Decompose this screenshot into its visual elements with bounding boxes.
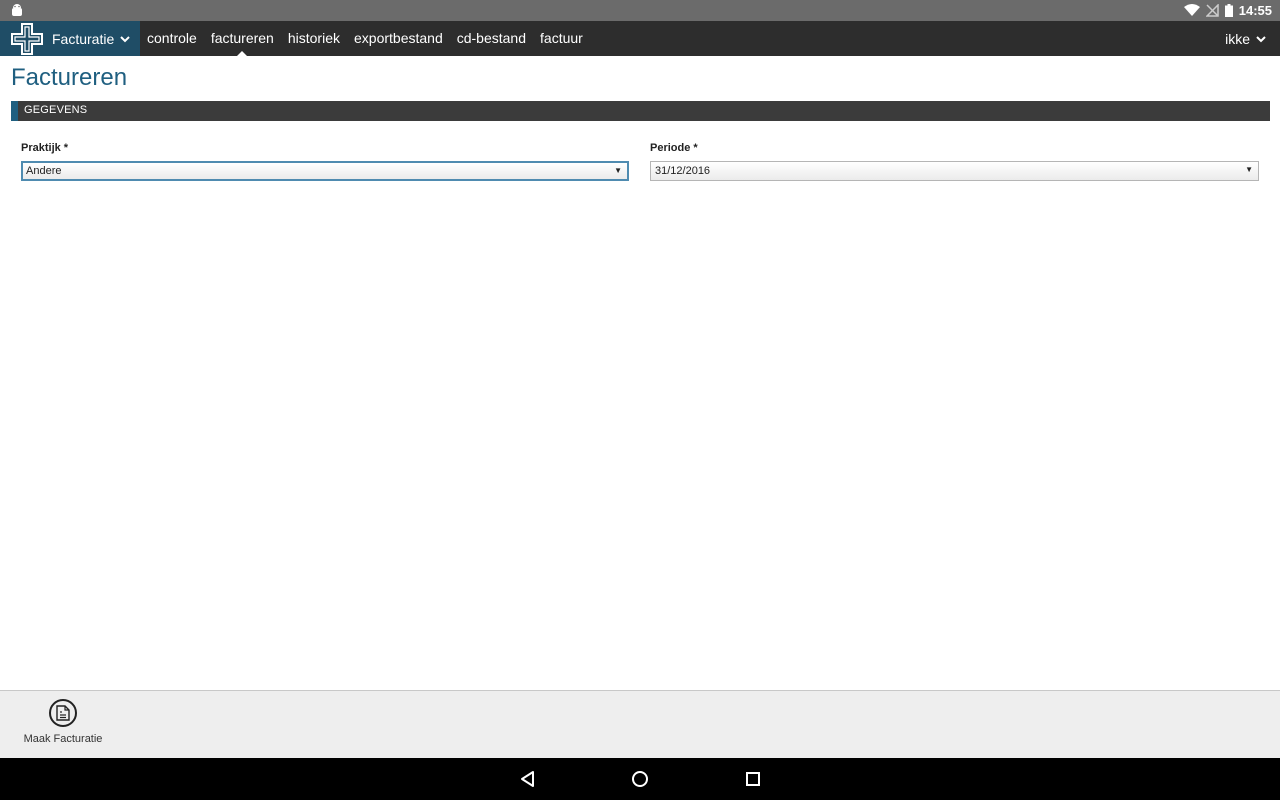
periode-select[interactable]: 31/12/2016 ▼: [650, 161, 1259, 181]
nav-item-cd-bestand[interactable]: cd-bestand: [450, 21, 533, 56]
app-root: 14:55 Facturatie controle factureren his…: [0, 0, 1280, 800]
nav-item-factureren[interactable]: factureren: [204, 21, 281, 56]
nav-item-factuur[interactable]: factuur: [533, 21, 590, 56]
periode-value: 31/12/2016: [655, 165, 711, 177]
user-name: ikke: [1225, 30, 1250, 47]
wifi-icon: [1183, 4, 1200, 16]
dropdown-arrow-icon: ▼: [1245, 165, 1253, 174]
praktijk-label: Praktijk *: [21, 142, 69, 154]
bottom-action-bar: Maak Facturatie: [0, 690, 1280, 758]
cross-logo-icon: [11, 22, 43, 55]
make-invoice-button[interactable]: Maak Facturatie: [14, 699, 112, 755]
android-notification-icon: [12, 4, 22, 16]
status-icons: 14:55: [1183, 0, 1272, 21]
nav-item-historiek[interactable]: historiek: [281, 21, 347, 56]
nav-menu: controle factureren historiek exportbest…: [140, 21, 590, 56]
back-icon[interactable]: [518, 769, 538, 789]
periode-label: Periode *: [650, 142, 698, 154]
make-invoice-label: Maak Facturatie: [23, 733, 103, 745]
section-title: GEGEVENS: [24, 104, 88, 116]
no-signal-icon: [1205, 4, 1219, 17]
clock: 14:55: [1238, 3, 1272, 18]
page-title: Factureren: [11, 64, 128, 91]
system-nav-bar: [0, 758, 1280, 800]
make-invoice-icon-circle: [49, 699, 77, 727]
praktijk-value: Andere: [26, 165, 62, 177]
battery-icon: [1224, 4, 1233, 17]
user-menu[interactable]: ikke: [1225, 21, 1266, 56]
nav-item-controle[interactable]: controle: [140, 21, 204, 56]
chevron-down-icon: [120, 35, 130, 42]
top-navbar: Facturatie controle factureren historiek…: [0, 21, 1280, 56]
brand-menu[interactable]: Facturatie: [0, 21, 140, 56]
dropdown-arrow-icon: ▼: [614, 166, 622, 175]
nav-item-exportbestand[interactable]: exportbestand: [347, 21, 450, 56]
chevron-down-icon: [1256, 35, 1266, 42]
praktijk-select[interactable]: Andere ▼: [21, 161, 629, 181]
section-header: GEGEVENS: [11, 101, 1270, 121]
system-status-bar: 14:55: [0, 0, 1280, 21]
recents-icon[interactable]: [743, 769, 763, 789]
document-icon: [56, 705, 70, 721]
home-icon[interactable]: [630, 769, 650, 789]
brand-label: Facturatie: [52, 30, 115, 47]
